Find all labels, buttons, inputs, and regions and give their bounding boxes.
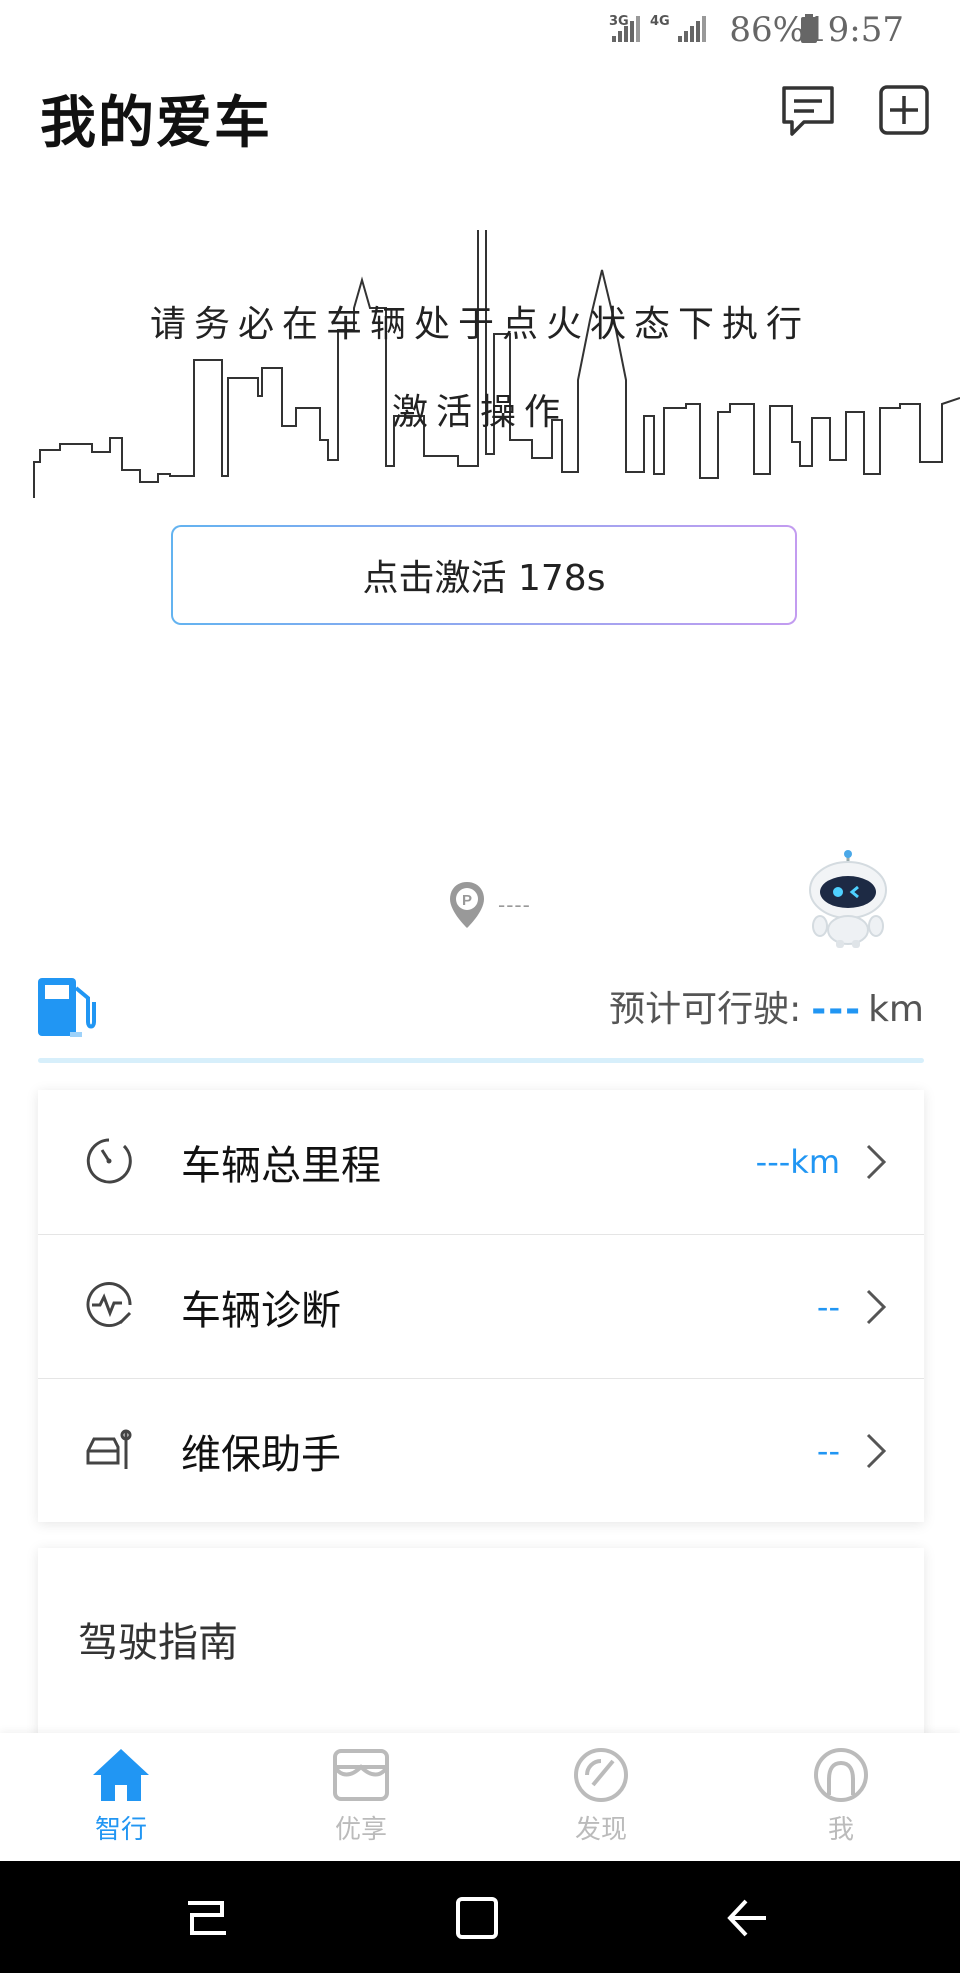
signal-icon <box>612 16 640 42</box>
mileage-row[interactable]: 车辆总里程 ---km <box>38 1090 924 1234</box>
chevron-right-icon <box>866 1289 887 1325</box>
message-icon <box>782 86 834 136</box>
range-unit: km <box>868 989 924 1030</box>
range-value: --- <box>811 989 863 1030</box>
home-button-icon[interactable] <box>452 1893 502 1943</box>
fuel-indicator <box>36 974 98 1044</box>
maintenance-label: 维保助手 <box>181 1431 341 1478</box>
fuel-level-bar <box>38 1058 924 1063</box>
parking-pin-icon: P <box>450 882 484 928</box>
diagnosis-icon <box>86 1282 132 1327</box>
tab-label: 我 <box>827 1815 854 1845</box>
tab-discover[interactable]: 发现 <box>536 1747 666 1846</box>
network-type-4g: 4G <box>650 14 670 29</box>
status-bar: 3G 4G 86% 19:57 <box>0 0 960 60</box>
robot-icon <box>809 850 887 948</box>
mileage-label: 车辆总里程 <box>181 1143 381 1189</box>
diagnosis-label: 车辆诊断 <box>181 1287 341 1334</box>
bottom-nav: 智行 优享 发现 我 <box>0 1733 960 1861</box>
profile-icon <box>814 1748 868 1802</box>
fuel-pump-icon <box>38 978 96 1037</box>
maintenance-icon <box>86 1429 132 1469</box>
compass-icon <box>574 1748 628 1802</box>
activation-notice-line2: 激活操作 <box>391 392 568 433</box>
tab-label: 智行 <box>94 1815 147 1845</box>
message-button[interactable] <box>780 84 840 140</box>
recent-apps-icon[interactable] <box>182 1893 232 1943</box>
range-label: 预计可行驶: <box>609 989 802 1030</box>
plus-icon <box>879 85 929 135</box>
tab-label: 发现 <box>574 1815 627 1845</box>
activation-notice-line1: 请务必在车辆处于点火状态下执行 <box>149 304 810 345</box>
driving-guide-title: 驾驶指南 <box>78 1620 238 1666</box>
diagnosis-row[interactable]: 车辆诊断 -- <box>38 1234 924 1378</box>
back-icon[interactable] <box>722 1893 772 1943</box>
maintenance-row[interactable]: 维保助手 -- <box>38 1378 924 1522</box>
activate-button[interactable]: 点击激活 178s <box>171 525 797 625</box>
chevron-right-icon <box>866 1144 887 1180</box>
signal-icon <box>678 16 706 42</box>
shop-icon <box>333 1749 389 1801</box>
tab-benefits[interactable]: 优享 <box>296 1747 426 1846</box>
svg-text:P: P <box>462 892 472 909</box>
maintenance-value: -- <box>816 1431 840 1470</box>
robot-assistant[interactable] <box>800 850 895 950</box>
odometer-icon <box>86 1138 132 1184</box>
tab-label: 优享 <box>334 1815 387 1845</box>
add-vehicle-button[interactable] <box>878 84 938 140</box>
city-skyline-illustration <box>33 230 960 498</box>
estimated-range: 预计可行驶: --- km <box>609 980 924 1032</box>
parking-location[interactable]: P ---- <box>448 880 531 930</box>
clock: 19:57 <box>806 10 904 50</box>
vehicle-info-card: 车辆总里程 ---km 车辆诊断 -- 维保助手 -- <box>38 1090 924 1522</box>
battery-percent: 86% <box>729 10 805 50</box>
page-title: 我的爱车 <box>40 91 272 156</box>
tab-smart-travel[interactable]: 智行 <box>56 1747 186 1846</box>
tab-me[interactable]: 我 <box>776 1747 906 1846</box>
parking-location-text: ---- <box>498 893 531 917</box>
home-icon <box>93 1749 149 1801</box>
mileage-value: ---km <box>755 1143 840 1181</box>
diagnosis-value: -- <box>816 1287 840 1326</box>
chevron-right-icon <box>866 1433 887 1469</box>
system-nav-bar <box>0 1861 960 1973</box>
